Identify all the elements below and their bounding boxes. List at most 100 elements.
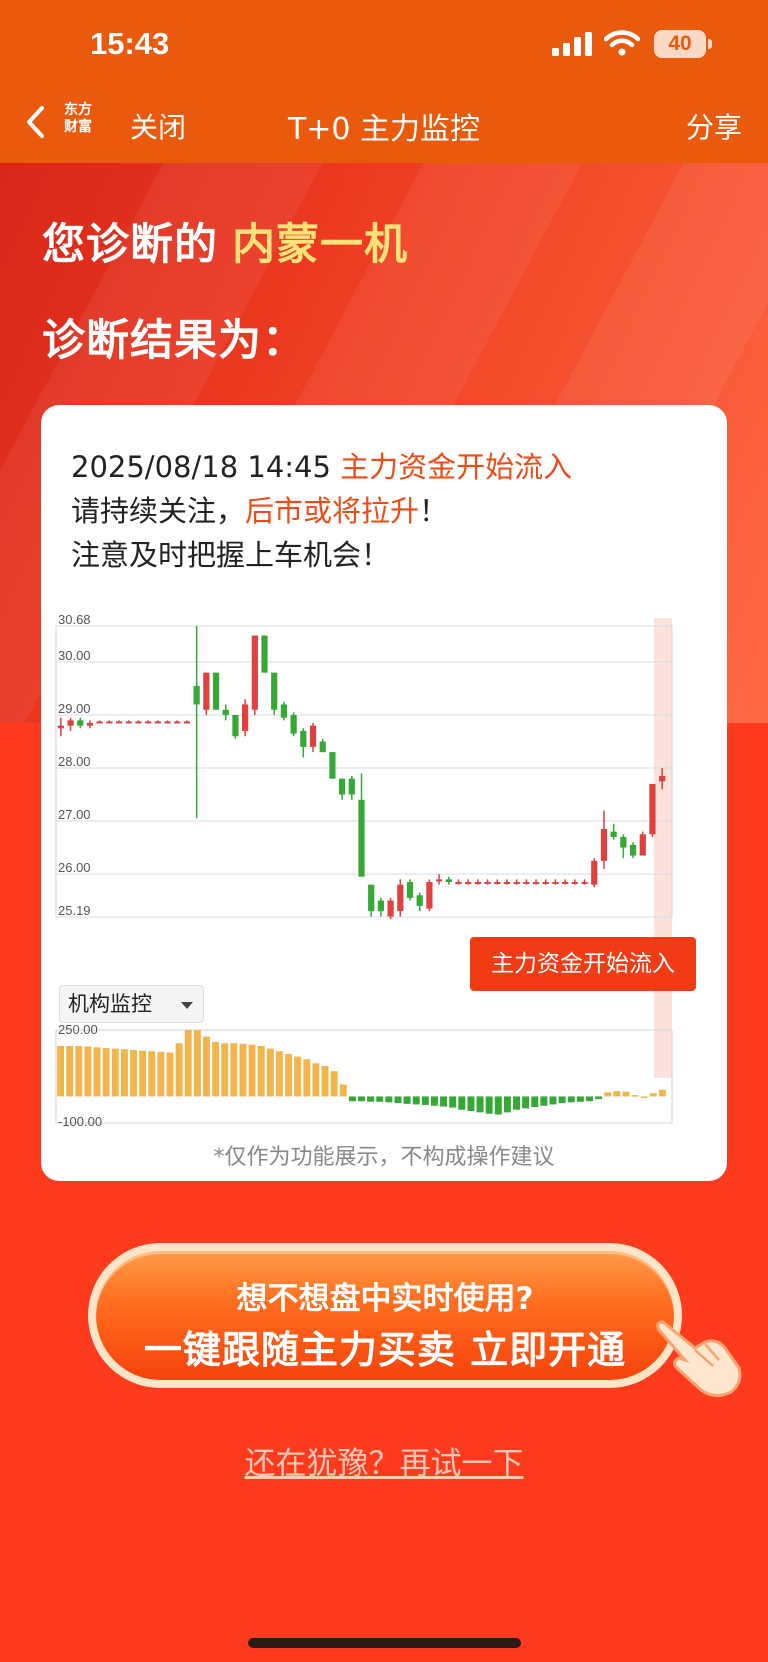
candle-body [542, 882, 549, 885]
candle-body [474, 882, 481, 885]
candle-body [562, 882, 569, 885]
top-bar: 15:43 40 东方 财富 关闭 T+0 主力监控 分享 [0, 0, 768, 163]
flow-bar [257, 1045, 265, 1097]
result-label: 诊断结果为： [42, 316, 306, 366]
candle-body [145, 721, 152, 724]
candle-body [435, 879, 443, 882]
candle-body [649, 783, 656, 835]
flow-bar [640, 1096, 648, 1098]
flow-bar [567, 1096, 575, 1103]
candle-body [591, 860, 598, 885]
flow-bar [212, 1041, 220, 1097]
flow-bar [522, 1096, 530, 1109]
flow-bar [285, 1053, 293, 1097]
disclaimer: *仅作为功能展示，不构成操作建议 [213, 1145, 555, 1170]
flow-bar [549, 1096, 557, 1105]
flow-bar [458, 1096, 466, 1110]
flow-bar [111, 1048, 119, 1097]
flow-bar [57, 1045, 65, 1097]
pointing-hand-icon [656, 1320, 742, 1397]
battery-icon: 40 [654, 30, 712, 58]
flow-bar [184, 1030, 192, 1097]
share-button[interactable]: 分享 [686, 106, 742, 146]
candle-body [610, 831, 617, 837]
flow-bar [403, 1096, 411, 1104]
cta-line1: 想不想盘中实时使用? [236, 1281, 534, 1317]
candle-body [368, 884, 375, 912]
flow-bar [266, 1048, 274, 1097]
flow-bar [221, 1043, 229, 1097]
candle-body [377, 900, 385, 912]
price-tick-label: 30.00 [58, 648, 91, 663]
candle-body [96, 721, 103, 724]
flow-bar [166, 1052, 174, 1097]
flow-bar [175, 1043, 183, 1097]
flow-bar [358, 1096, 365, 1102]
price-tick-label: 25.19 [58, 903, 91, 918]
flow-bar [203, 1036, 210, 1097]
candle-body [445, 879, 452, 883]
flow-bar [503, 1096, 511, 1113]
flow-bar [330, 1071, 338, 1097]
candle-body [135, 721, 142, 724]
flow-bar [613, 1091, 621, 1097]
price-tick-label: 28.00 [58, 754, 91, 769]
candle-body [639, 834, 646, 856]
candle-body [552, 882, 559, 885]
flow-bar [394, 1096, 402, 1104]
candle-body [242, 704, 249, 731]
candle-body [503, 882, 511, 885]
flow-bar [576, 1096, 584, 1102]
flow-bar [75, 1045, 83, 1097]
flow-bar [449, 1096, 457, 1108]
candle-body [309, 725, 317, 747]
candle-body [271, 672, 278, 710]
candle-body [465, 882, 472, 885]
flow-bar [376, 1096, 384, 1102]
indicator-select[interactable]: 机构监控 [59, 985, 204, 1023]
candle-body [86, 723, 94, 726]
candle-body [494, 882, 501, 885]
flow-bar [139, 1050, 147, 1097]
cta-line2: 一键跟随主力买卖 立即开通 [143, 1328, 627, 1372]
cellular-signal-icon [552, 32, 592, 56]
candle-body [154, 721, 161, 724]
flow-bar [485, 1096, 493, 1114]
retry-link[interactable]: 还在犹豫？再试一下 [0, 1438, 768, 1483]
flow-bar [84, 1046, 92, 1097]
flow-bar [367, 1096, 375, 1102]
candle-body [513, 882, 520, 885]
candle-body [629, 844, 637, 856]
price-tick-label: 26.00 [58, 860, 91, 875]
candle-body [67, 720, 74, 726]
activate-button[interactable]: 想不想盘中实时使用? 一键跟随主力买卖 立即开通 [88, 1243, 682, 1388]
flow-bar [339, 1084, 347, 1097]
candle-body [115, 721, 123, 724]
candle-body [164, 721, 171, 724]
flow-bar [604, 1092, 612, 1097]
price-tick-label: 30.68 [58, 612, 91, 627]
flow-bar [412, 1096, 420, 1105]
flow-bar [385, 1096, 393, 1103]
flow-bar [494, 1096, 502, 1115]
flow-bar [540, 1096, 548, 1106]
candle-body [125, 721, 132, 724]
candle-body [532, 882, 540, 885]
candle-body [338, 778, 346, 795]
flow-bar [658, 1089, 666, 1097]
indicator-select-value: 机构监控 [68, 992, 152, 1016]
flow-bar [649, 1093, 657, 1097]
candle-body [348, 778, 355, 795]
flow-bar [148, 1051, 156, 1097]
candle-body [416, 895, 423, 906]
flow-bar [275, 1051, 283, 1097]
candle-body [600, 829, 608, 861]
flow-bar [130, 1049, 137, 1097]
wifi-icon [604, 30, 640, 56]
candle-body [455, 882, 462, 885]
candle-body [397, 884, 404, 912]
signal-badge: 主力资金开始流入 [470, 937, 696, 991]
price-tick-label: 27.00 [58, 807, 91, 822]
activate-button-face[interactable]: 想不想盘中实时使用? 一键跟随主力买卖 立即开通 [96, 1251, 674, 1380]
candle-body [523, 882, 530, 885]
